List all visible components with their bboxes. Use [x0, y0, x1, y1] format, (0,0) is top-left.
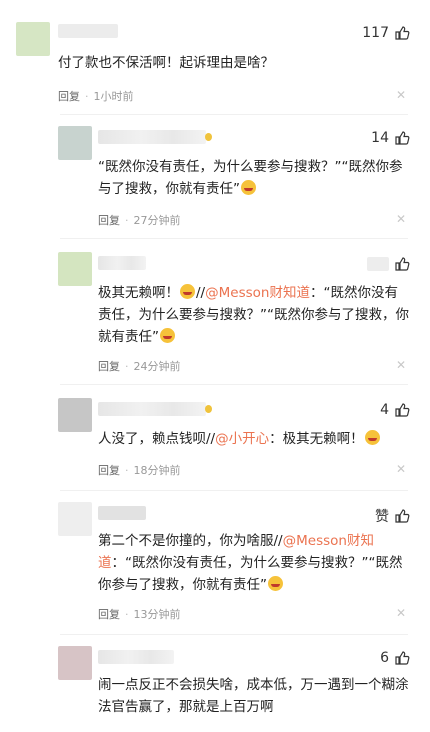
separator: · [125, 213, 129, 227]
comment-text: 极其无赖啊！//@Messon财知道：“既然你没有责任，为什么要参与搜救？”“既… [98, 284, 409, 345]
divider [60, 490, 408, 491]
thumbs-up-icon [395, 26, 410, 40]
divider [60, 634, 408, 635]
avatar[interactable] [58, 398, 92, 432]
thumbs-up-icon [395, 131, 410, 145]
like-button[interactable]: 4 [380, 402, 410, 418]
like-button[interactable]: 14 [371, 130, 410, 146]
comment-meta: 回复 · 24分钟前 [98, 358, 181, 374]
comment-meta: 回复 · 27分钟前 [98, 212, 181, 228]
comment-text-quote: ：“既然你没有责任，为什么要参与搜救？”“既然你参与了搜救，你就有责任” [98, 555, 403, 593]
like-button[interactable]: 117 [362, 25, 410, 41]
username-blurred[interactable] [58, 24, 118, 38]
avatar[interactable] [58, 252, 92, 286]
thumbs-up-icon [395, 509, 410, 523]
laughing-face-icon [268, 576, 283, 591]
like-button[interactable] [367, 256, 410, 272]
comment-text-body: 第二个不是你撞的，你为啥服// [98, 533, 283, 549]
username-blurred[interactable] [98, 256, 146, 270]
like-count: 117 [362, 25, 389, 41]
username-blurred[interactable] [98, 506, 146, 520]
close-x-icon[interactable]: ✕ [396, 462, 406, 476]
like-button[interactable]: 赞 [375, 506, 410, 526]
comment-meta: 回复 · 1小时前 [58, 88, 134, 104]
avatar[interactable] [58, 502, 92, 536]
comment-text-body: 极其无赖啊！ [98, 285, 179, 301]
like-count-blurred [367, 257, 389, 271]
close-x-icon[interactable]: ✕ [396, 88, 406, 102]
separator: · [125, 607, 129, 621]
reply-button[interactable]: 回复 [98, 462, 120, 478]
thumbs-up-icon [395, 257, 410, 271]
reply-button[interactable]: 回复 [98, 606, 120, 622]
avatar[interactable] [58, 646, 92, 680]
timestamp: 1小时前 [93, 90, 134, 103]
comment-text: 闹一点反正不会损失啥，成本低，万一遇到一个糊涂法官告赢了，那就是上百万啊 [98, 677, 409, 715]
divider [60, 114, 408, 115]
comment-text-body: 人没了，赖点钱呗// [98, 431, 216, 447]
timestamp: 13分钟前 [133, 608, 181, 621]
close-x-icon[interactable]: ✕ [396, 606, 406, 620]
reply-button[interactable]: 回复 [58, 88, 80, 104]
like-button[interactable]: 6 [380, 650, 410, 666]
separator: · [125, 463, 129, 477]
comment-text: 第二个不是你撞的，你为啥服//@Messon财知道：“既然你没有责任，为什么要参… [98, 530, 410, 596]
avatar[interactable] [16, 22, 50, 56]
mention-link[interactable]: @小开心 [215, 431, 269, 447]
like-count: 14 [371, 130, 389, 146]
divider [60, 238, 408, 239]
like-count: 赞 [375, 509, 389, 525]
close-x-icon[interactable]: ✕ [396, 358, 406, 372]
comment-text: “既然你没有责任，为什么要参与搜救？”“既然你参与了搜救，你就有责任” [98, 156, 410, 200]
laughing-face-icon [241, 180, 256, 195]
timestamp: 24分钟前 [133, 360, 181, 373]
divider [60, 384, 408, 385]
username-blurred[interactable] [98, 650, 174, 664]
like-count: 4 [380, 402, 389, 418]
separator: · [125, 359, 129, 373]
reply-button[interactable]: 回复 [98, 358, 120, 374]
thumbs-up-icon [395, 403, 410, 417]
timestamp: 27分钟前 [133, 214, 181, 227]
username-blurred[interactable] [98, 402, 212, 416]
laughing-face-icon [364, 430, 380, 445]
laughing-face-icon [180, 284, 195, 299]
mention-link[interactable]: @Messon财知道 [205, 285, 310, 301]
reply-button[interactable]: 回复 [98, 212, 120, 228]
comment-text: 付了款也不保活啊！起诉理由是啥？ [58, 55, 274, 71]
comment-text: 人没了，赖点钱呗//@小开心：极其无赖啊！ [98, 428, 410, 450]
thumbs-up-icon [395, 651, 410, 665]
avatar[interactable] [58, 126, 92, 160]
close-x-icon[interactable]: ✕ [396, 212, 406, 226]
comment-meta: 回复 · 13分钟前 [98, 606, 181, 622]
comment-meta: 回复 · 18分钟前 [98, 462, 181, 478]
laughing-face-icon [160, 328, 175, 343]
timestamp: 18分钟前 [133, 464, 181, 477]
username-blurred[interactable] [98, 130, 212, 144]
comment-text-quote: ：极其无赖啊！ [269, 431, 364, 447]
like-count: 6 [380, 650, 389, 666]
separator: · [85, 89, 89, 103]
